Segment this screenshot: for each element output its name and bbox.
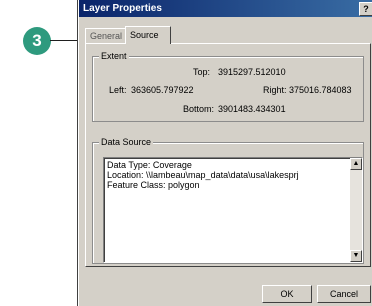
data-type-line: Data Type: Coverage bbox=[107, 160, 192, 170]
tab-general[interactable]: General bbox=[85, 28, 129, 43]
data-source-group: Data Source Data Type: Coverage Location… bbox=[92, 137, 364, 264]
feature-class-line: Feature Class: polygon bbox=[107, 180, 200, 190]
extent-top-value: 3915297.512010 bbox=[218, 67, 286, 77]
extent-bottom-value: 3901483.434301 bbox=[218, 104, 286, 114]
dialog-titlebar: Layer Properties ? bbox=[79, 0, 372, 17]
layer-properties-dialog: Layer Properties ? General Source Extent… bbox=[78, 0, 372, 306]
step-number: 3 bbox=[32, 31, 42, 50]
data-source-textbox[interactable]: Data Type: Coverage Location: \\lambeau\… bbox=[103, 157, 363, 263]
scroll-up-arrow-icon[interactable]: ▲ bbox=[350, 158, 362, 170]
location-line: Location: \\lambeau\map_data\data\usa\la… bbox=[107, 170, 299, 180]
extent-bottom-label: Bottom: bbox=[183, 104, 215, 114]
extent-right-label: Right: bbox=[263, 85, 287, 95]
dialog-title: Layer Properties bbox=[83, 3, 162, 14]
scroll-down-arrow-icon[interactable]: ▼ bbox=[350, 250, 362, 262]
cancel-button[interactable]: Cancel bbox=[317, 285, 371, 303]
source-tab-panel: Extent Top: 3915297.512010 Left: 363605.… bbox=[85, 43, 371, 267]
data-source-legend: Data Source bbox=[99, 137, 154, 148]
textbox-scrollbar[interactable]: ▲ ▼ bbox=[350, 158, 362, 262]
extent-group: Extent Top: 3915297.512010 Left: 363605.… bbox=[92, 51, 364, 122]
ok-button[interactable]: OK bbox=[262, 285, 312, 303]
step-number-callout: 3 bbox=[23, 27, 51, 55]
extent-left-value: 363605.797922 bbox=[131, 85, 194, 95]
extent-legend: Extent bbox=[99, 51, 129, 62]
extent-right-value: 375016.784083 bbox=[289, 85, 352, 95]
tab-source[interactable]: Source bbox=[125, 26, 171, 44]
extent-left-label: Left: bbox=[109, 85, 127, 95]
help-button[interactable]: ? bbox=[359, 2, 372, 16]
extent-top-label: Top: bbox=[193, 67, 211, 77]
